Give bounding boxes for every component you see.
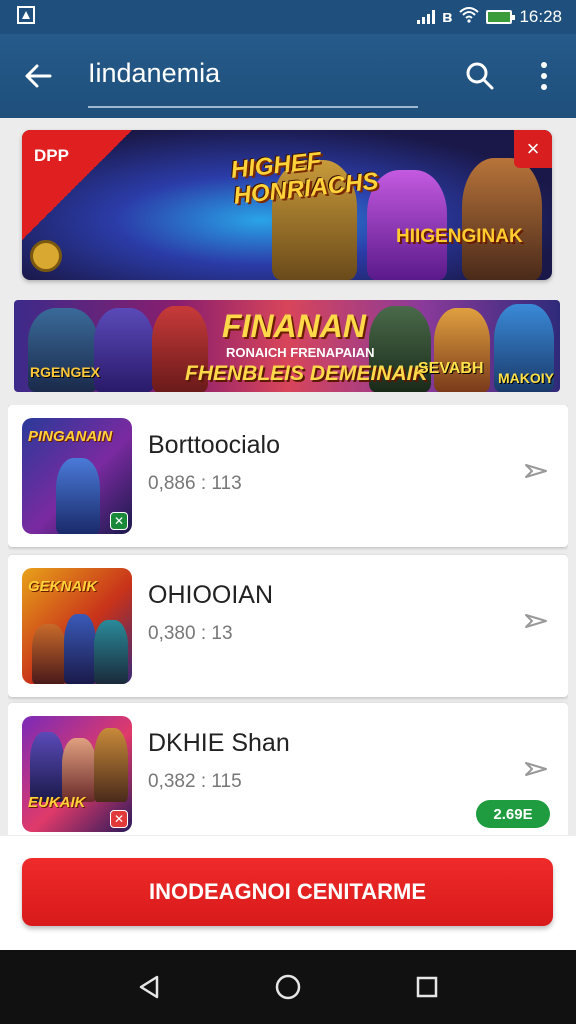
- character-figure: [56, 458, 100, 534]
- list-item[interactable]: PINGANAIN ✕ Borttoocialo 0,886 : 113: [8, 405, 568, 547]
- send-arrow-icon: [525, 614, 547, 628]
- nav-back-button[interactable]: [119, 957, 179, 1017]
- character-figure: [94, 620, 128, 684]
- nav-recents-button[interactable]: [397, 957, 457, 1017]
- coin-icon: [30, 240, 62, 272]
- notification-icon: [16, 5, 36, 30]
- search-field: [88, 44, 418, 108]
- character-figure: [32, 624, 66, 684]
- game-thumbnail: PINGANAIN ✕: [22, 418, 132, 534]
- wifi-icon: [459, 6, 480, 28]
- platform-badge-icon: ✕: [110, 512, 128, 530]
- banner2-right-text: SEVABH: [418, 360, 484, 377]
- item-title: Borttoocialo: [148, 431, 281, 459]
- system-navigation-bar: [0, 950, 576, 1024]
- item-meta: 0,380 : 13: [148, 623, 233, 644]
- app-bar-actions: [448, 34, 576, 118]
- game-thumbnail: GEKNAIK: [22, 568, 132, 684]
- character-figure: [94, 728, 128, 802]
- thumbnail-label: GEKNAIK: [28, 578, 98, 595]
- close-icon: ×: [526, 136, 540, 161]
- more-vertical-icon: [541, 62, 547, 90]
- recents-square-icon: [416, 976, 437, 998]
- more-options-button[interactable]: [512, 34, 576, 118]
- character-figure: [64, 614, 96, 684]
- game-list: PINGANAIN ✕ Borttoocialo 0,886 : 113 GEK…: [8, 405, 568, 835]
- banner2-right-text-2: MAKOIY: [498, 370, 554, 386]
- character-figure: [62, 738, 96, 802]
- battery-icon: [486, 10, 516, 24]
- thumbnail-label: EUKAIK: [28, 794, 86, 811]
- hero-figure: [462, 158, 542, 280]
- send-arrow-icon: [525, 762, 547, 776]
- back-button[interactable]: [0, 34, 76, 118]
- status-icons: ʙ 16:28: [417, 6, 562, 28]
- search-button[interactable]: [448, 34, 512, 118]
- home-circle-icon: [275, 974, 301, 1000]
- item-meta: 0,382 : 115: [148, 771, 242, 792]
- app-bar: [0, 34, 576, 118]
- price-badge[interactable]: 2.69E: [476, 800, 550, 828]
- search-icon: [466, 62, 494, 90]
- primary-action-button[interactable]: INODEAGNOI CENITARME: [22, 858, 553, 926]
- banner2-left-text: RGENGEX: [30, 364, 101, 380]
- nav-home-button[interactable]: [258, 957, 318, 1017]
- character-figure: [94, 308, 154, 392]
- share-button[interactable]: [522, 755, 550, 788]
- item-title: DKHIE Shan: [148, 729, 290, 757]
- search-input[interactable]: [88, 44, 418, 108]
- character-figure: [434, 308, 490, 392]
- thumbnail-label: PINGANAIN: [28, 428, 113, 445]
- banner2-title: FINANAN: [222, 308, 366, 344]
- signal-icon: [417, 10, 435, 24]
- list-item[interactable]: GEKNAIK OHIOOIAN 0,380 : 13: [8, 555, 568, 697]
- banner2-subtitle-small: RONAICH FRENAPAIAN: [226, 345, 375, 360]
- platform-badge-icon: ✕: [110, 810, 128, 828]
- bluetooth-icon: ʙ: [442, 7, 453, 26]
- banner-subtitle: HIIGENGINAK: [396, 226, 523, 247]
- arrow-left-icon: [25, 64, 52, 88]
- share-button[interactable]: [522, 607, 550, 640]
- status-bar: ʙ 16:28: [0, 0, 576, 34]
- banner-close-button[interactable]: ×: [514, 130, 552, 168]
- game-thumbnail: EUKAIK ✕: [22, 716, 132, 832]
- status-time: 16:28: [519, 7, 562, 26]
- character-figure: [30, 732, 64, 802]
- send-arrow-icon: [525, 464, 547, 478]
- share-button[interactable]: [522, 457, 550, 490]
- back-triangle-icon: [140, 975, 159, 999]
- ribbon-label: DPP: [34, 146, 69, 165]
- item-meta: 0,886 : 113: [148, 473, 242, 494]
- banner2-subtitle-large: FHENBLEIS DEMEINAIK: [185, 362, 428, 385]
- item-title: OHIOOIAN: [148, 581, 274, 609]
